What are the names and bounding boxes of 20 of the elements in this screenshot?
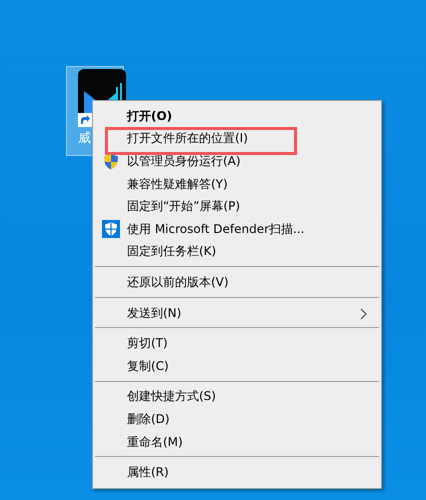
menu-item[interactable]: 重命名(M): [95, 430, 379, 454]
menu-item[interactable]: 发送到(N): [95, 302, 379, 324]
shield-icon: [103, 153, 119, 170]
menu-item[interactable]: 还原以前的版本(V): [95, 271, 379, 294]
menu-item[interactable]: 复制(C): [95, 355, 379, 378]
menu-item[interactable]: 固定到任务栏(K): [95, 240, 379, 264]
chevron-right-icon: [360, 308, 367, 320]
menu-item[interactable]: 删除(D): [95, 408, 379, 431]
menu-item[interactable]: 以管理员身份运行(A): [95, 150, 379, 173]
menu-item[interactable]: 创建快捷方式(S): [95, 386, 379, 408]
menu-item[interactable]: 打开(O): [95, 105, 379, 128]
shortcut-arrow-icon: [78, 113, 92, 127]
menu-item[interactable]: 固定到“开始”屏幕(P): [95, 195, 379, 218]
shield-icon: [102, 220, 120, 238]
icon-label: 威: [78, 130, 91, 147]
menu-item[interactable]: 兼容性疑难解答(Y): [95, 172, 379, 196]
menu-item[interactable]: 属性(R): [95, 461, 379, 484]
menu-item[interactable]: 打开文件所在的位置(I): [95, 128, 379, 150]
menu-item[interactable]: 使用 Microsoft Defender扫描...: [95, 218, 379, 241]
menu-item[interactable]: 剪切(T): [95, 332, 379, 356]
